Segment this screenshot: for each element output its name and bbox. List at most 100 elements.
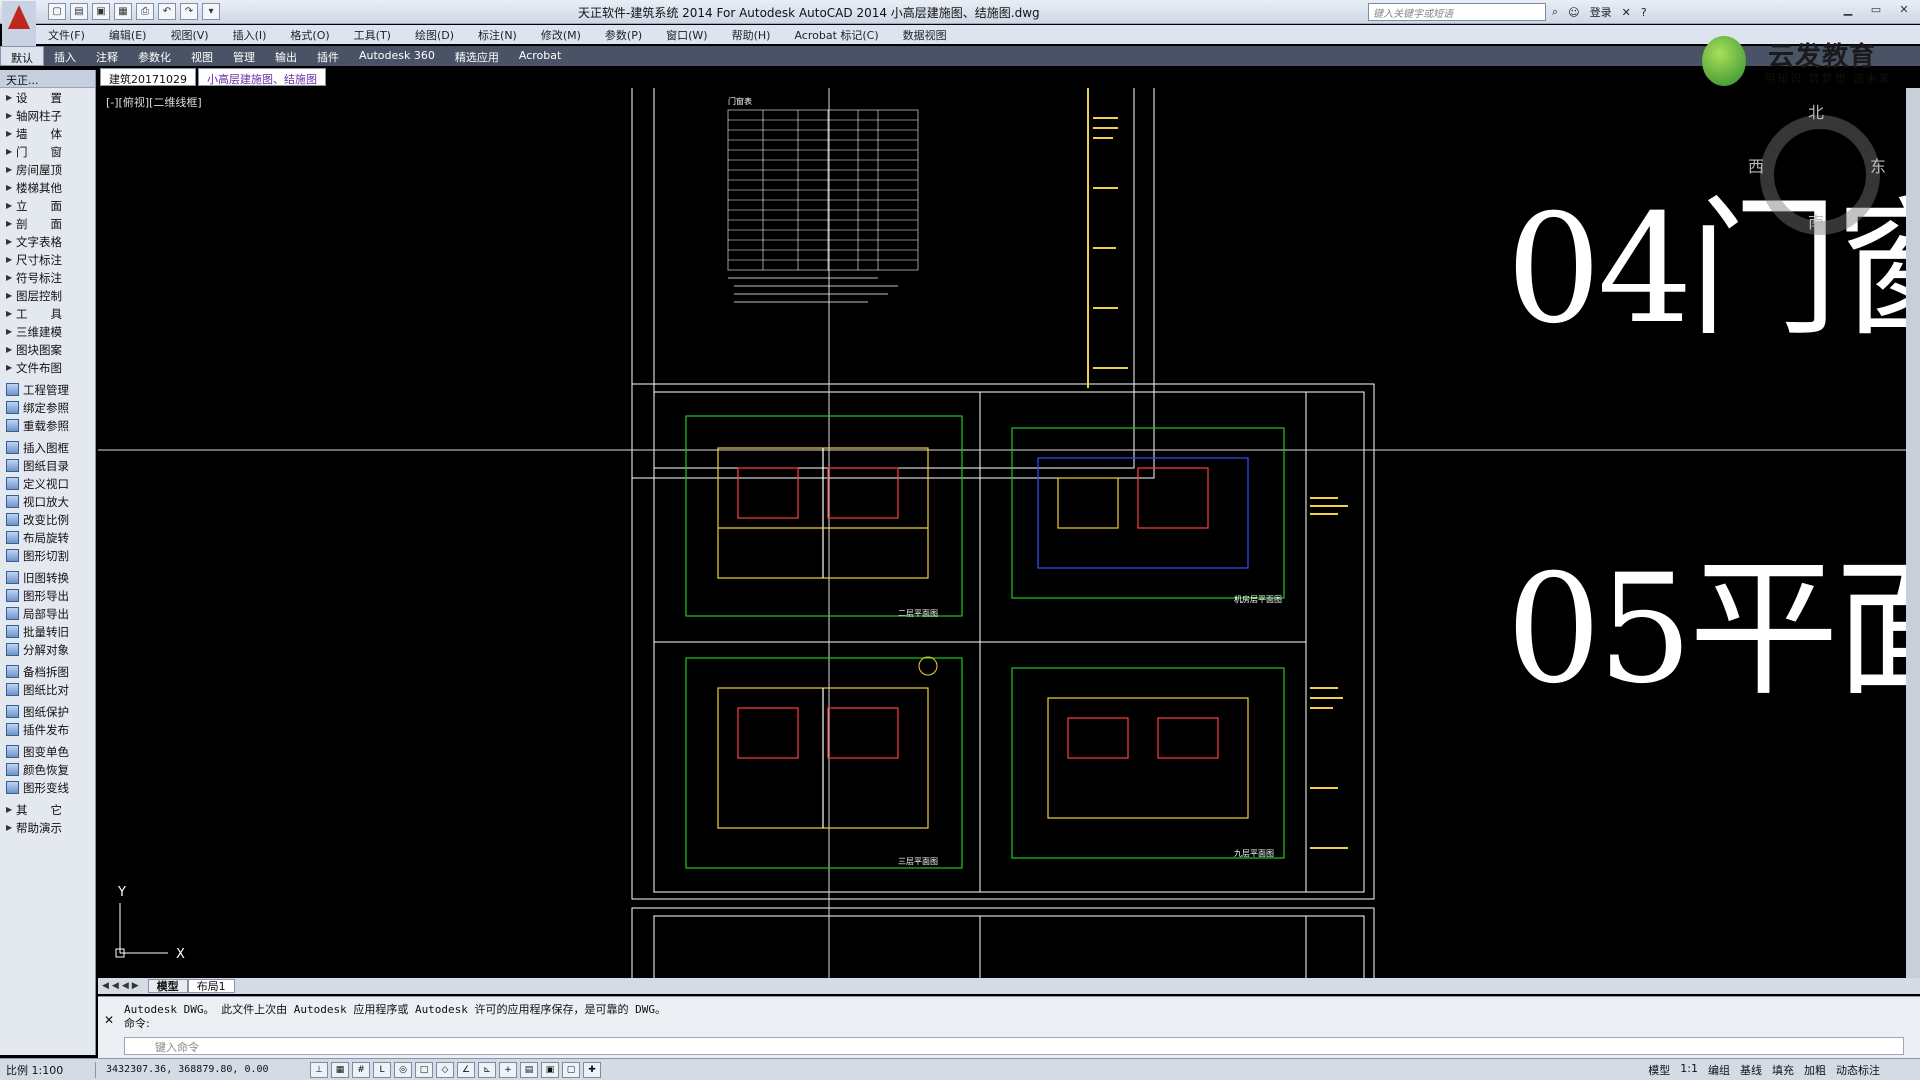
user-icon[interactable]: ☺ [1568, 6, 1579, 19]
menu-item-11[interactable]: 帮助(H) [720, 25, 783, 44]
doc-tab-2[interactable]: 小高层建施图、结施图 [198, 68, 326, 86]
sidebar-item-0-15[interactable]: ▶ 文件布图 [0, 358, 95, 376]
otrack-icon[interactable]: ∠ [457, 1061, 475, 1078]
sidebar-item-0-7[interactable]: ▶ 剖 面 [0, 214, 95, 232]
menu-item-8[interactable]: 修改(M) [529, 25, 593, 44]
undo-icon[interactable]: ↶ [158, 3, 176, 20]
ribbon-tab-7[interactable]: 插件 [307, 46, 349, 66]
tab-model[interactable]: 模型 [147, 979, 188, 993]
sidebar-item-4-1[interactable]: 图纸比对 [0, 680, 95, 698]
sidebar-item-5-0[interactable]: 图纸保护 [0, 702, 95, 720]
new-icon[interactable]: ▢ [48, 3, 66, 20]
sidebar-item-0-4[interactable]: ▶ 房间屋顶 [0, 160, 95, 178]
compass-south[interactable]: 南 [1808, 209, 1824, 233]
exchange-icon[interactable]: ✕ [1622, 6, 1631, 19]
ribbon-tab-10[interactable]: Acrobat [509, 46, 571, 66]
autocad-logo[interactable] [2, 1, 36, 47]
ribbon-tab-5[interactable]: 管理 [223, 46, 265, 66]
3d-osnap-icon[interactable]: ◇ [436, 1061, 454, 1078]
command-input[interactable]: 键入命令 [124, 1037, 1904, 1055]
menu-item-6[interactable]: 绘图(D) [403, 25, 466, 44]
sidebar-item-2-1[interactable]: 图纸目录 [0, 456, 95, 474]
ribbon-tab-9[interactable]: 精选应用 [445, 46, 509, 66]
binoculars-icon[interactable]: ⌕ [1552, 5, 1558, 19]
drawing-viewport[interactable]: [-][俯视][二维线框] 门窗表 二层平面图 机房层平面图 三层平面图 九层平… [98, 88, 1906, 978]
plot-icon[interactable]: ▾ [202, 3, 220, 20]
sidebar-item-7-1[interactable]: ▶ 帮助演示 [0, 818, 95, 836]
layout-nav-arrows[interactable]: ◀◀◀▶ [102, 981, 142, 991]
ortho-icon[interactable]: L [373, 1061, 391, 1078]
lineweight-icon[interactable]: ▤ [520, 1061, 538, 1078]
sc-icon[interactable]: ✚ [583, 1061, 601, 1078]
menu-item-7[interactable]: 标注(N) [466, 25, 529, 44]
ribbon-tab-4[interactable]: 视图 [181, 46, 223, 66]
menu-item-2[interactable]: 视图(V) [158, 25, 220, 44]
transparency-icon[interactable]: ▣ [541, 1061, 559, 1078]
open-icon[interactable]: ▤ [70, 3, 88, 20]
menu-item-0[interactable]: 文件(F) [36, 25, 97, 44]
ribbon-tab-2[interactable]: 注释 [86, 46, 128, 66]
polar-icon[interactable]: ◎ [394, 1061, 412, 1078]
sidebar-item-5-1[interactable]: 插件发布 [0, 720, 95, 738]
ribbon-tab-1[interactable]: 插入 [44, 46, 86, 66]
login-button[interactable]: 登录 [1590, 4, 1612, 20]
status-toggle-0[interactable]: 模型 [1648, 1062, 1670, 1078]
help-icon[interactable]: ? [1641, 6, 1647, 19]
sidebar-item-1-1[interactable]: 绑定参照 [0, 398, 95, 416]
sidebar-item-2-5[interactable]: 布局旋转 [0, 528, 95, 546]
status-toggle-5[interactable]: 加粗 [1804, 1062, 1826, 1078]
doc-tab-1[interactable]: 建筑20171029 [100, 68, 196, 86]
menu-item-5[interactable]: 工具(T) [342, 25, 403, 44]
status-toggle-4[interactable]: 填充 [1772, 1062, 1794, 1078]
sidebar-item-0-2[interactable]: ▶ 墙 体 [0, 124, 95, 142]
saveas-icon[interactable]: ▦ [114, 3, 132, 20]
sidebar-item-0-10[interactable]: ▶ 符号标注 [0, 268, 95, 286]
sidebar-item-2-6[interactable]: 图形切割 [0, 546, 95, 564]
infer-constraints-icon[interactable]: ⊥ [310, 1061, 328, 1078]
sidebar-item-1-2[interactable]: 重载参照 [0, 416, 95, 434]
menu-item-3[interactable]: 插入(I) [221, 25, 279, 44]
dyn-icon[interactable]: + [499, 1061, 517, 1078]
status-toggle-1[interactable]: 1:1 [1680, 1062, 1698, 1078]
sidebar-item-3-4[interactable]: 分解对象 [0, 640, 95, 658]
ribbon-tab-6[interactable]: 输出 [265, 46, 307, 66]
sidebar-item-6-1[interactable]: 颜色恢复 [0, 760, 95, 778]
sidebar-item-2-0[interactable]: 插入图框 [0, 438, 95, 456]
menu-item-4[interactable]: 格式(O) [278, 25, 341, 44]
sidebar-item-2-3[interactable]: 视口放大 [0, 492, 95, 510]
sidebar-item-3-1[interactable]: 图形导出 [0, 586, 95, 604]
vertical-scrollbar[interactable] [1906, 88, 1920, 978]
menu-item-12[interactable]: Acrobat 标记(C) [782, 25, 890, 44]
ribbon-tab-8[interactable]: Autodesk 360 [349, 46, 445, 66]
snap-icon[interactable]: ▦ [331, 1061, 349, 1078]
menu-item-1[interactable]: 编辑(E) [97, 25, 159, 44]
sidebar-item-4-0[interactable]: 备档拆图 [0, 662, 95, 680]
sidebar-item-6-0[interactable]: 图变单色 [0, 742, 95, 760]
save-icon[interactable]: ▣ [92, 3, 110, 20]
compass-north[interactable]: 北 [1808, 99, 1824, 123]
print-icon[interactable]: ⎙ [136, 3, 154, 20]
sidebar-item-0-13[interactable]: ▶ 三维建模 [0, 322, 95, 340]
maximize-icon[interactable]: ▭ [1866, 2, 1886, 18]
search-input[interactable]: 键入关键字或短语 [1368, 3, 1546, 21]
sidebar-item-0-3[interactable]: ▶ 门 窗 [0, 142, 95, 160]
sidebar-item-2-2[interactable]: 定义视口 [0, 474, 95, 492]
close-icon[interactable]: ✕ [1894, 2, 1914, 18]
sidebar-item-0-9[interactable]: ▶ 尺寸标注 [0, 250, 95, 268]
osnap-icon[interactable]: □ [415, 1061, 433, 1078]
sidebar-item-7-0[interactable]: ▶ 其 它 [0, 800, 95, 818]
qp-icon[interactable]: ▢ [562, 1061, 580, 1078]
sidebar-item-3-0[interactable]: 旧图转换 [0, 568, 95, 586]
annotation-scale[interactable]: 比例 1:100 [0, 1061, 96, 1078]
minimize-icon[interactable]: ▁ [1838, 2, 1858, 18]
sidebar-item-0-11[interactable]: ▶ 图层控制 [0, 286, 95, 304]
redo-icon[interactable]: ↷ [180, 3, 198, 20]
tab-layout1[interactable]: 布局1 [187, 979, 235, 993]
status-toggle-2[interactable]: 编组 [1708, 1062, 1730, 1078]
sidebar-item-0-12[interactable]: ▶ 工 具 [0, 304, 95, 322]
close-command-icon[interactable]: ✕ [104, 1013, 114, 1027]
sidebar-item-3-2[interactable]: 局部导出 [0, 604, 95, 622]
compass-east[interactable]: 东 [1870, 153, 1886, 177]
grid-icon[interactable]: # [352, 1061, 370, 1078]
status-toggle-6[interactable]: 动态标注 [1836, 1062, 1880, 1078]
